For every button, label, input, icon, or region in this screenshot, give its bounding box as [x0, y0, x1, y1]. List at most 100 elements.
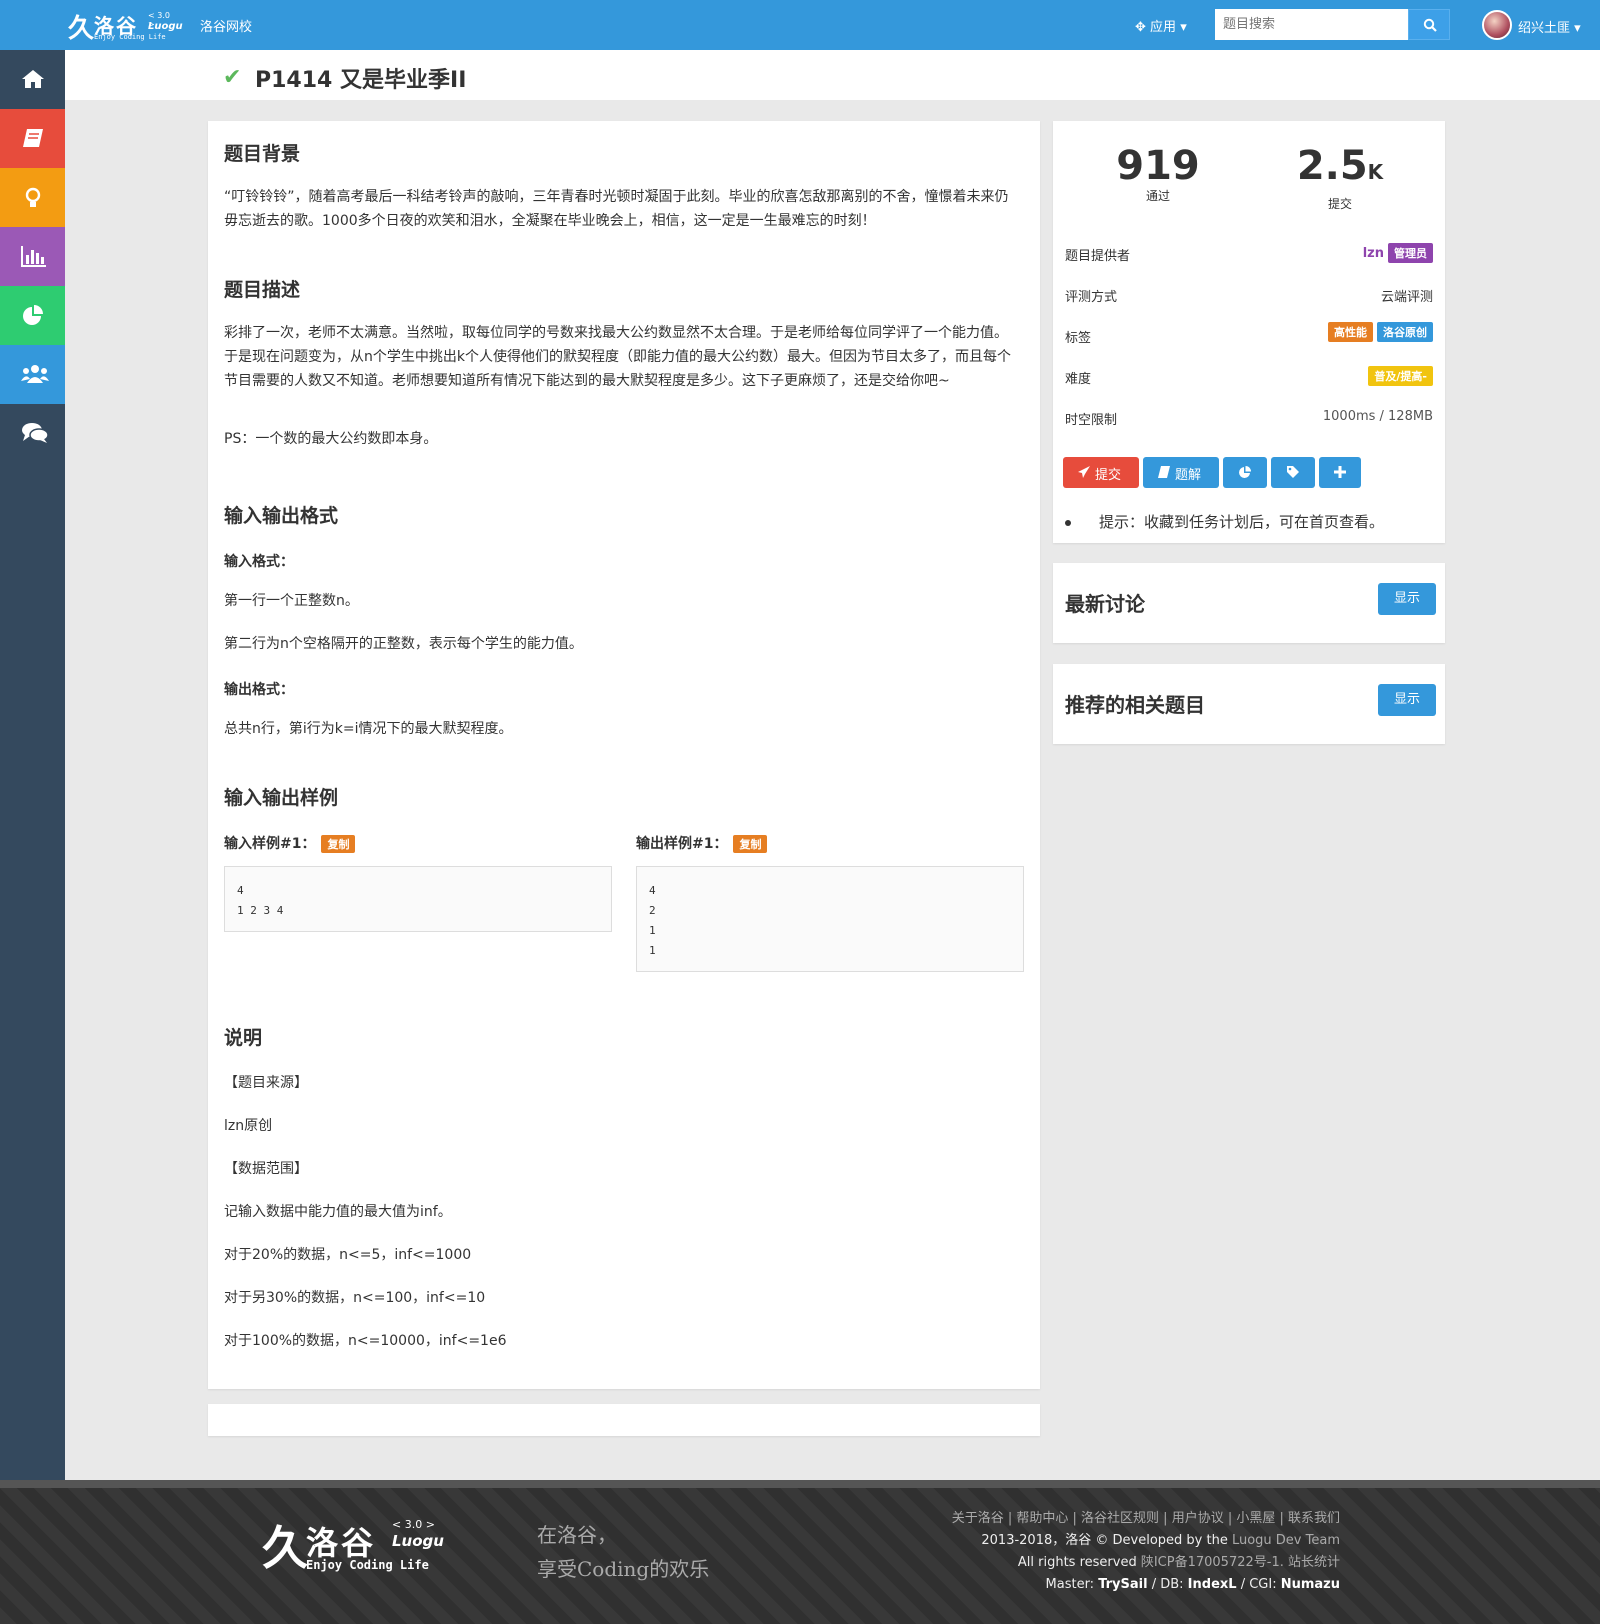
- provider-name[interactable]: lzn: [1363, 246, 1384, 261]
- search-icon: [1423, 18, 1437, 32]
- note-range-desc: 记输入数据中能力值的最大值为inf。: [224, 1204, 452, 1220]
- tag-luogu-original[interactable]: 洛谷原创: [1377, 322, 1433, 342]
- solution-label: 题解: [1175, 468, 1202, 483]
- limit-value: 1000ms / 128MB: [1322, 409, 1433, 424]
- problem-info-card: 919 通过 2.5K 提交 题目提供者 lzn 管理员 评测方式 云端评测 标签…: [1053, 121, 1445, 543]
- note-range-100: 对于100%的数据，n<=10000，inf<=1e6: [224, 1333, 507, 1349]
- footer-servers: Master: TrySail / DB: IndexL / CGI: Numa…: [952, 1574, 1340, 1596]
- apps-menu[interactable]: ✥ 应用 ▾: [1135, 16, 1187, 35]
- submitted-unit: K: [1367, 160, 1384, 184]
- sidebar-item-discuss[interactable]: [0, 404, 65, 463]
- admin-badge: 管理员: [1388, 243, 1433, 263]
- input-format-line1: 第一行一个正整数n。: [224, 593, 359, 609]
- apps-label: 应用: [1150, 20, 1177, 35]
- footer-rights: All rights reserved 陕ICP备17005722号-1. 站长…: [952, 1552, 1340, 1574]
- footer-nav-links[interactable]: 关于洛谷 | 帮助中心 | 洛谷社区规则 | 用户协议 | 小黑屋 | 联系我们: [952, 1508, 1340, 1530]
- copy-output-button[interactable]: 复制: [733, 835, 768, 853]
- tags-button[interactable]: [1271, 457, 1315, 488]
- bullet-icon: [1065, 519, 1071, 526]
- input-format-line2: 第二行为n个空格隔开的正整数，表示每个学生的能力值。: [224, 636, 583, 652]
- tag-high-performance[interactable]: 高性能: [1328, 322, 1373, 342]
- tip-text: 提示：收藏到任务计划后，可在首页查看。: [1099, 513, 1385, 531]
- luogu-logo[interactable]: 久 洛谷 < 3.0 > Luogu Enjoy Coding Life: [68, 8, 183, 44]
- input-format-label: 输入格式：: [224, 554, 294, 570]
- show-related-button[interactable]: 显示: [1378, 684, 1436, 716]
- master-label: Master:: [1045, 1577, 1099, 1592]
- passed-count: 919: [1116, 143, 1200, 189]
- statistics-button[interactable]: [1223, 457, 1267, 488]
- avatar: [1482, 10, 1512, 40]
- sidebar-item-contest[interactable]: [0, 286, 65, 345]
- submit-label: 提交: [1095, 468, 1122, 483]
- footer-copyright: 2013-2018，洛谷 © Developed by the Luogu De…: [952, 1530, 1340, 1552]
- copy-input-button[interactable]: 复制: [321, 835, 356, 853]
- io-format-heading: 输入输出格式: [224, 505, 339, 527]
- slogan-line1: 在洛谷，: [537, 1523, 617, 1547]
- search-input[interactable]: [1215, 9, 1408, 40]
- puzzle-icon: ✥: [1135, 20, 1146, 35]
- show-discussion-button[interactable]: 显示: [1378, 583, 1436, 615]
- db-name: IndexL: [1187, 1577, 1237, 1592]
- footer-logo-version: < 3.0 >: [392, 1518, 435, 1531]
- footer-links: 关于洛谷 | 帮助中心 | 洛谷社区规则 | 用户协议 | 小黑屋 | 联系我们…: [952, 1508, 1340, 1596]
- submitted-count: 2.5K: [1265, 143, 1415, 189]
- solution-button[interactable]: 题解: [1143, 457, 1219, 488]
- pie-chart-icon: [1239, 466, 1251, 478]
- logo-sub: Luogu: [148, 21, 183, 32]
- tags-icon: [1287, 466, 1299, 478]
- passed-label: 通过: [1145, 189, 1170, 203]
- provider-value: lzn 管理员: [1363, 243, 1433, 263]
- footer-logo: 久 洛谷 < 3.0 > Luogu Enjoy Coding Life: [262, 1512, 444, 1576]
- school-link[interactable]: 洛谷网校: [200, 16, 252, 35]
- check-icon: ✔: [223, 65, 242, 90]
- sample-input-title: 输入样例#1：: [224, 836, 316, 852]
- latest-discussion-card: 最新讨论 显示: [1053, 563, 1445, 643]
- user-name: 绍兴土匪: [1518, 21, 1571, 36]
- top-navbar: 久 洛谷 < 3.0 > Luogu Enjoy Coding Life 洛谷网…: [0, 0, 1600, 50]
- output-format-label: 输出格式：: [224, 682, 294, 698]
- footer-slogan: 在洛谷， 享受Coding的欢乐: [537, 1518, 709, 1586]
- output-format-line1: 总共n行，第i行为k=i情况下的最大默契程度。: [224, 721, 513, 737]
- cgi-name: Numazu: [1280, 1577, 1340, 1592]
- sample-input-box[interactable]: 4 1 2 3 4: [224, 866, 612, 932]
- judge-label: 评测方式: [1065, 290, 1118, 305]
- lightbulb-icon: [25, 187, 41, 207]
- sidebar-item-teams[interactable]: [0, 345, 65, 404]
- sidebar: [0, 50, 65, 1480]
- dev-team-link[interactable]: Luogu Dev Team: [1232, 1533, 1340, 1548]
- sidebar-item-problems[interactable]: [0, 109, 65, 168]
- sidebar-item-ranking[interactable]: [0, 227, 65, 286]
- submitted-value: 2.5: [1296, 143, 1368, 189]
- related-problems-card: 推荐的相关题目 显示: [1053, 664, 1445, 744]
- paper-plane-icon: [1078, 466, 1090, 478]
- note-range-label: 【数据范围】: [224, 1161, 308, 1177]
- judge-value: 云端评测: [1380, 290, 1433, 305]
- icp-link[interactable]: 陕ICP备17005722号-1. 站长统计: [1141, 1555, 1340, 1570]
- master-name: TrySail: [1098, 1577, 1148, 1592]
- submit-button[interactable]: 提交: [1063, 457, 1139, 488]
- sample-output-box[interactable]: 4 2 1 1: [636, 866, 1024, 972]
- related-problems-title: 推荐的相关题目: [1065, 693, 1205, 717]
- footer-logo-glyph: 久: [262, 1521, 308, 1575]
- copyright-text: 2013-2018，洛谷 © Developed by the: [981, 1533, 1232, 1548]
- background-text: “叮铃铃铃”，随着高考最后一科结考铃声的敲响，三年青春时光顿时凝固于此刻。毕业的…: [224, 189, 1009, 229]
- sidebar-item-home[interactable]: [0, 50, 65, 109]
- rights-text: All rights reserved: [1017, 1555, 1141, 1570]
- notes-heading: 说明: [224, 1027, 263, 1049]
- footer-logo-tagline: Enjoy Coding Life: [306, 1558, 429, 1572]
- db-label: / DB:: [1147, 1577, 1188, 1592]
- bar-chart-icon: [21, 246, 46, 267]
- sample-output-label: 输出样例#1： 复制: [636, 833, 768, 853]
- limit-label: 时空限制: [1065, 413, 1118, 428]
- caret-down-icon: ▾: [1180, 20, 1187, 35]
- users-icon: [21, 365, 49, 383]
- empty-card: [208, 1404, 1040, 1436]
- sidebar-item-training[interactable]: [0, 168, 65, 227]
- difficulty-badge: 普及/提高-: [1368, 366, 1433, 386]
- add-to-plan-button[interactable]: [1319, 457, 1361, 488]
- note-source: lzn原创: [224, 1118, 273, 1134]
- search-button[interactable]: [1408, 9, 1450, 40]
- slogan-line2: 享受Coding的欢乐: [537, 1557, 710, 1581]
- note-range-20: 对于20%的数据，n<=5，inf<=1000: [224, 1247, 472, 1263]
- latest-discussion-title: 最新讨论: [1065, 592, 1145, 616]
